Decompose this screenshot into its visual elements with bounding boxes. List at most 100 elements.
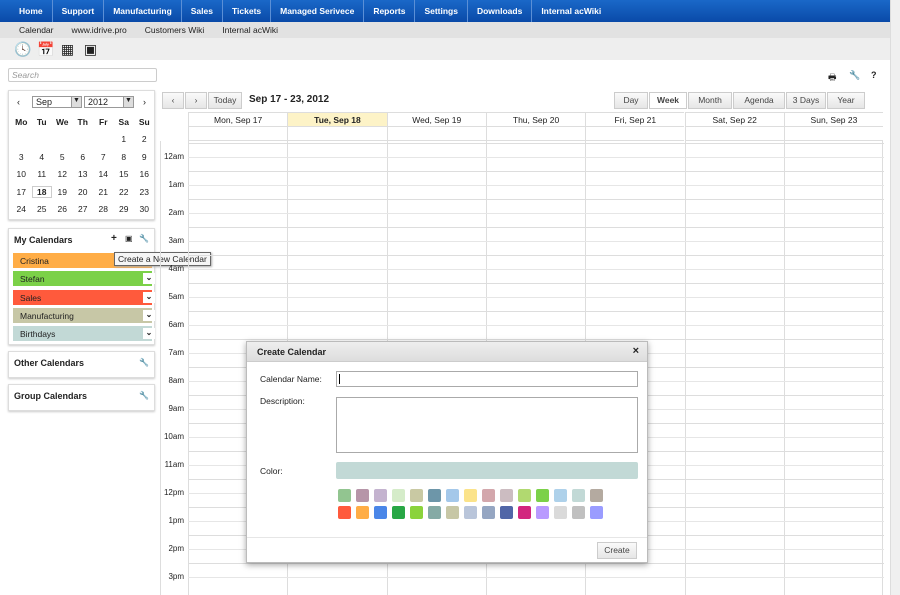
print-icon[interactable]: 🖶 xyxy=(828,70,837,86)
calculator-icon[interactable]: ▦ xyxy=(60,41,75,57)
nav-item[interactable]: Sales xyxy=(182,0,223,22)
mini-prev-button[interactable]: ‹ xyxy=(17,97,20,107)
color-swatch[interactable] xyxy=(536,489,549,502)
mini-day[interactable]: 5 xyxy=(52,152,73,162)
nav-item[interactable]: Downloads xyxy=(468,0,533,22)
subnav-item[interactable]: Customers Wiki xyxy=(136,22,214,38)
color-swatch[interactable] xyxy=(590,506,603,519)
calendar-name-input[interactable] xyxy=(336,371,638,387)
all-day-cell[interactable] xyxy=(783,127,884,141)
color-swatch[interactable] xyxy=(518,506,531,519)
day-header[interactable]: Wed, Sep 19 xyxy=(386,112,486,127)
color-swatch[interactable] xyxy=(482,489,495,502)
wrench-icon[interactable]: 🔧 xyxy=(139,358,149,367)
color-swatch[interactable] xyxy=(464,489,477,502)
year-select[interactable]: 2012 ▼ xyxy=(84,96,134,108)
color-swatch[interactable] xyxy=(392,489,405,502)
color-swatch[interactable] xyxy=(410,489,423,502)
all-day-cell[interactable] xyxy=(585,127,685,141)
mini-day[interactable]: 4 xyxy=(32,152,53,162)
nav-item[interactable]: Reports xyxy=(364,0,416,22)
nav-item[interactable]: Manufacturing xyxy=(104,0,182,22)
calendar-item[interactable]: Manufacturing ⌄ xyxy=(13,307,155,323)
day-header[interactable]: Mon, Sep 17 xyxy=(188,112,288,127)
mini-day[interactable]: 14 xyxy=(93,169,114,179)
mini-day[interactable]: 22 xyxy=(114,187,135,197)
mini-day[interactable]: 9 xyxy=(134,152,155,162)
mini-day[interactable]: 15 xyxy=(114,169,135,179)
mini-day[interactable]: 20 xyxy=(73,187,94,197)
color-swatch[interactable] xyxy=(464,506,477,519)
close-icon[interactable]: × xyxy=(633,345,639,357)
color-swatch[interactable] xyxy=(446,489,459,502)
day-header[interactable]: Thu, Sep 20 xyxy=(485,112,586,127)
calendar-icon[interactable]: 📅 xyxy=(37,41,54,57)
calendar-item[interactable]: Sales ⌄ xyxy=(13,289,155,305)
mini-day[interactable]: 27 xyxy=(73,204,94,214)
nav-item[interactable]: Settings xyxy=(415,0,468,22)
help-icon[interactable]: ? xyxy=(871,70,877,80)
description-textarea[interactable] xyxy=(336,397,638,453)
mini-day[interactable]: 21 xyxy=(93,187,114,197)
color-swatch[interactable] xyxy=(482,506,495,519)
wrench-icon[interactable]: 🔧 xyxy=(139,234,149,243)
color-swatch[interactable] xyxy=(428,506,441,519)
wrench-icon[interactable]: 🔧 xyxy=(849,70,860,81)
color-swatch[interactable] xyxy=(572,506,585,519)
nav-item[interactable]: Support xyxy=(53,0,105,22)
nav-item[interactable]: Home xyxy=(10,0,53,22)
mini-day[interactable]: 25 xyxy=(32,204,53,214)
all-day-cell[interactable] xyxy=(684,127,784,141)
mini-day[interactable]: 26 xyxy=(52,204,73,214)
mini-day[interactable]: 23 xyxy=(134,187,155,197)
color-swatch[interactable] xyxy=(500,506,513,519)
scrollbar[interactable] xyxy=(890,0,900,595)
view-3-days-button[interactable]: 3 Days xyxy=(786,92,826,109)
today-button[interactable]: Today xyxy=(208,92,242,109)
prev-week-button[interactable]: ‹ xyxy=(162,92,184,109)
mini-day[interactable]: 3 xyxy=(11,152,32,162)
color-swatch[interactable] xyxy=(446,506,459,519)
nav-item[interactable]: Internal acWiki xyxy=(532,0,610,22)
color-swatch[interactable] xyxy=(518,489,531,502)
mini-day[interactable]: 12 xyxy=(52,169,73,179)
mini-day[interactable]: 18 xyxy=(31,185,52,198)
other-calendars-panel[interactable]: Other Calendars 🔧 xyxy=(8,351,155,378)
mini-day[interactable]: 1 xyxy=(114,134,135,144)
calendar-item[interactable]: Birthdays ⌄ xyxy=(13,326,155,342)
all-day-cell[interactable] xyxy=(188,127,288,141)
all-day-cell[interactable] xyxy=(386,127,486,141)
mini-day[interactable]: 13 xyxy=(73,169,94,179)
day-header[interactable]: Tue, Sep 18 xyxy=(287,112,387,127)
view-day-button[interactable]: Day xyxy=(614,92,648,109)
mini-day[interactable]: 30 xyxy=(134,204,155,214)
next-week-button[interactable]: › xyxy=(185,92,207,109)
create-button[interactable]: Create xyxy=(597,542,637,559)
chevron-down-icon[interactable]: ⌄ xyxy=(143,309,155,321)
view-year-button[interactable]: Year xyxy=(827,92,865,109)
calendar-item[interactable]: Stefan ⌄ xyxy=(13,271,155,287)
day-header[interactable]: Fri, Sep 21 xyxy=(585,112,685,127)
view-agenda-button[interactable]: Agenda xyxy=(733,92,785,109)
color-swatch[interactable] xyxy=(554,506,567,519)
subnav-item[interactable]: Calendar xyxy=(10,22,63,38)
mini-day[interactable]: 29 xyxy=(114,204,135,214)
subnav-item[interactable]: www.idrive.pro xyxy=(63,22,136,38)
color-swatch[interactable] xyxy=(536,506,549,519)
gantt-icon[interactable]: ▣ xyxy=(83,41,98,57)
color-swatch[interactable] xyxy=(356,489,369,502)
mini-day[interactable]: 19 xyxy=(52,187,73,197)
mini-next-button[interactable]: › xyxy=(143,97,146,107)
wrench-icon[interactable]: 🔧 xyxy=(139,391,149,400)
day-header[interactable]: Sun, Sep 23 xyxy=(783,112,884,127)
color-swatch[interactable] xyxy=(428,489,441,502)
subnav-item[interactable]: Internal acWiki xyxy=(213,22,287,38)
chevron-down-icon[interactable]: ⌄ xyxy=(143,328,155,340)
add-icon[interactable]: + xyxy=(111,233,117,244)
mini-day[interactable]: 24 xyxy=(11,204,32,214)
all-day-cell[interactable] xyxy=(485,127,586,141)
nav-item[interactable]: Tickets xyxy=(223,0,272,22)
mini-day[interactable]: 16 xyxy=(134,169,155,179)
all-day-cell[interactable] xyxy=(287,127,387,141)
mini-day[interactable]: 7 xyxy=(93,152,114,162)
